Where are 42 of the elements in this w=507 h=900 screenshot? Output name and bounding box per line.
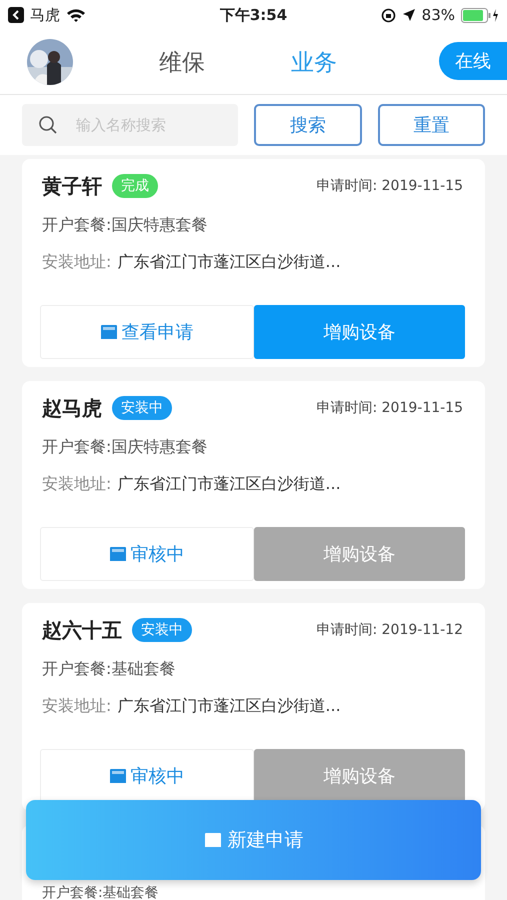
view-application-button[interactable]: 审核中 [40, 749, 254, 803]
document-icon [109, 767, 128, 785]
back-app-label[interactable]: 马虎 [30, 6, 60, 24]
customer-name: 黄子轩 [42, 172, 102, 200]
address-text: 广东省江门市蓬江区白沙街道... [117, 696, 341, 717]
location-arrow-icon [402, 8, 416, 22]
package-text: 开户套餐:基础套餐 [42, 659, 176, 680]
package-text: 开户套餐:国庆特惠套餐 [42, 215, 208, 236]
application-date: 申请时间: 2019-11-15 [316, 399, 463, 417]
online-status-button[interactable]: 在线 [439, 42, 507, 80]
document-icon [109, 545, 128, 563]
search-button[interactable]: 搜索 [254, 104, 362, 146]
customer-name: 赵马虎 [42, 394, 102, 422]
nav-tab[interactable]: 维保 [151, 42, 213, 82]
view-application-button[interactable]: 审核中 [40, 527, 254, 581]
document-icon [100, 323, 118, 341]
address-label: 安装地址: [42, 252, 112, 273]
package-text: 开户套餐:国庆特惠套餐 [42, 437, 208, 458]
address-label: 安装地址: [42, 474, 112, 495]
search-icon [38, 115, 58, 135]
address-label: 安装地址: [42, 696, 112, 717]
nav-tab[interactable]: 业务 [283, 42, 345, 82]
wifi-icon [66, 8, 86, 22]
new-application-button[interactable]: 新建申请 [26, 800, 481, 880]
battery-icon [461, 8, 499, 22]
application-date: 申请时间: 2019-11-15 [316, 177, 463, 195]
rotation-lock-icon [380, 8, 396, 22]
back-icon[interactable] [8, 7, 24, 23]
status-badge: 安装中 [112, 396, 172, 420]
document-icon [204, 831, 222, 849]
battery-percent: 83% [422, 6, 455, 24]
view-application-button[interactable]: 查看申请 [40, 305, 254, 359]
status-badge: 完成 [112, 174, 158, 198]
add-device-button[interactable]: 增购设备 [254, 305, 465, 359]
address-text: 广东省江门市蓬江区白沙街道... [117, 474, 341, 495]
package-text: 开户套餐:基础套餐 [42, 885, 159, 900]
customer-name: 赵六十五 [42, 616, 122, 644]
reset-button[interactable]: 重置 [378, 104, 485, 146]
address-text: 广东省江门市蓬江区白沙街道... [117, 252, 341, 273]
clock-time: 下午3:54 [220, 6, 288, 24]
application-date: 申请时间: 2019-11-12 [316, 621, 463, 639]
status-badge: 安装中 [132, 618, 192, 642]
